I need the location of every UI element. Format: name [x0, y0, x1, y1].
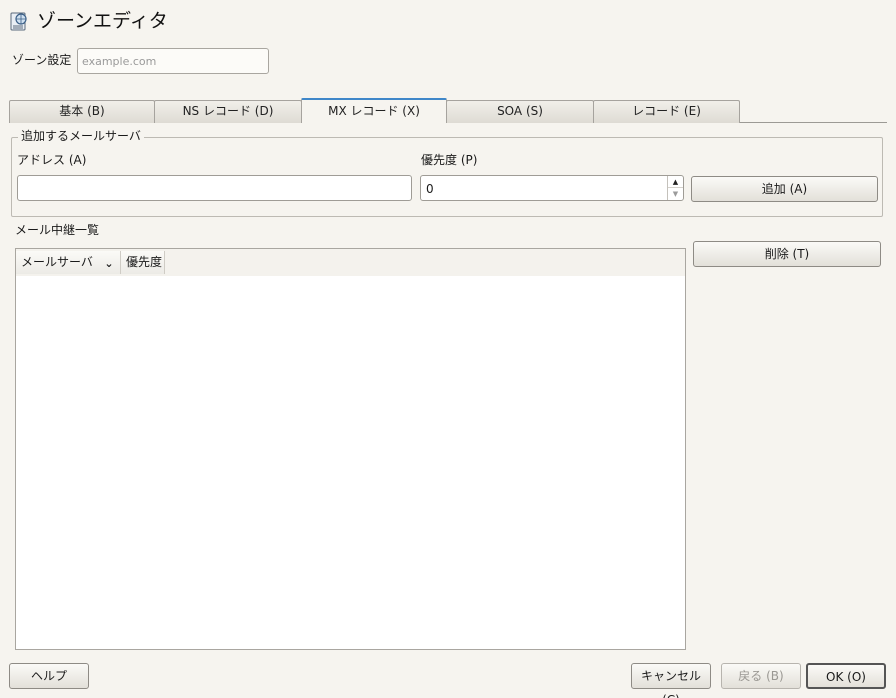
tab-basic[interactable]: 基本 (B): [9, 100, 155, 123]
delete-button[interactable]: 削除 (T): [693, 241, 881, 267]
table-header: メールサーバ ⌄ 優先度: [16, 249, 685, 276]
zone-input[interactable]: [77, 48, 269, 74]
spin-buttons: ▲ ▼: [667, 176, 683, 200]
ok-button[interactable]: OK (O): [806, 663, 886, 689]
group-title: 追加するメールサーバ: [18, 128, 144, 144]
priority-label: 優先度 (P): [421, 153, 478, 167]
priority-value[interactable]: 0: [426, 181, 434, 197]
dns-server-icon: [9, 10, 31, 32]
relay-list-label: メール中継一覧: [15, 223, 100, 237]
window-title: ゾーンエディタ: [37, 10, 168, 32]
tab-soa[interactable]: SOA (S): [446, 100, 594, 123]
zone-label: ゾーン設定: [12, 53, 72, 67]
tab-ns-records[interactable]: NS レコード (D): [154, 100, 302, 123]
decrement-icon[interactable]: ▼: [668, 188, 683, 200]
column-header-mail-server[interactable]: メールサーバ ⌄: [16, 251, 121, 274]
increment-icon[interactable]: ▲: [668, 176, 683, 188]
address-label: アドレス (A): [17, 153, 87, 167]
back-button[interactable]: 戻る (B): [721, 663, 801, 689]
address-input[interactable]: [17, 175, 412, 201]
help-button[interactable]: ヘルプ: [9, 663, 89, 689]
column-header-priority[interactable]: 優先度: [121, 251, 165, 274]
cancel-button[interactable]: キャンセル (C): [631, 663, 711, 698]
tab-records[interactable]: レコード (E): [593, 100, 740, 123]
column-label: メールサーバ: [21, 255, 93, 269]
relay-table[interactable]: メールサーバ ⌄ 優先度: [15, 248, 686, 650]
tab-mx-records[interactable]: MX レコード (X): [301, 98, 447, 124]
add-button[interactable]: 追加 (A): [691, 176, 878, 202]
sort-chevron-down-icon[interactable]: ⌄: [101, 253, 117, 275]
priority-spinbox[interactable]: 0 ▲ ▼: [420, 175, 684, 201]
